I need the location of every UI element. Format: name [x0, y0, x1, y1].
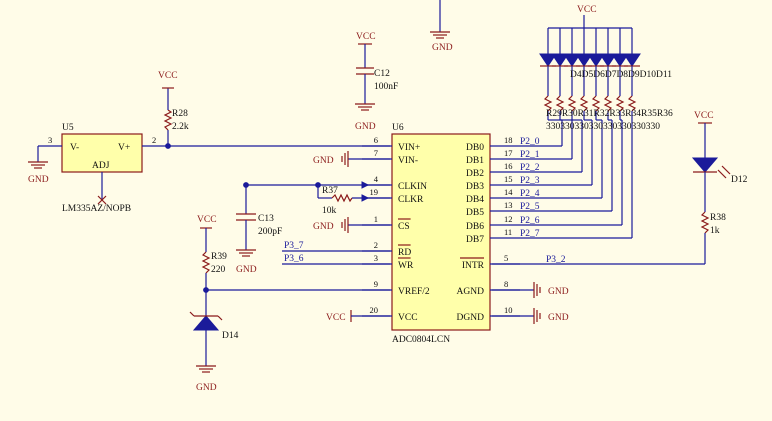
- u5-pin3-num: 3: [48, 135, 52, 145]
- r28-value: 2.2k: [172, 122, 189, 132]
- pin-number: 14: [504, 187, 513, 197]
- pin-number: 19: [370, 187, 379, 197]
- r39-value: 220: [211, 265, 226, 275]
- pin-number: 16: [504, 161, 513, 171]
- gnd-label: GND: [548, 287, 569, 297]
- pin-number: 18: [504, 135, 513, 145]
- pin-number: 1: [374, 214, 378, 224]
- r38-ref: R38: [710, 213, 726, 223]
- pin-name: WR: [398, 261, 414, 271]
- u5-sensor: U5 V- V+ ADJ LM335AZ/NOPB 3 2 GND: [28, 123, 390, 214]
- u6-ref: U6: [392, 123, 404, 133]
- c13-value: 200pF: [258, 227, 282, 237]
- r37-value: 10k: [322, 206, 337, 216]
- pin-name: DB2: [466, 169, 484, 179]
- gnd-label: GND: [313, 156, 334, 166]
- led-array: VCC D4D5D6D7D8D9D10D11 R29R30R31R32R33R3…: [520, 5, 673, 239]
- c13-ref: C13: [258, 214, 274, 224]
- pin-name: RD: [398, 248, 411, 258]
- pin-name: CS: [398, 222, 410, 232]
- gnd-label: GND: [196, 383, 217, 393]
- gnd-label: GND: [548, 313, 569, 323]
- pin-name: CLKIN: [398, 182, 427, 192]
- vcc-label: VCC: [158, 71, 178, 81]
- gnd-label: GND: [432, 43, 453, 53]
- net-p3-6: P3_6: [284, 254, 304, 264]
- pin-name: VREF/2: [398, 287, 430, 297]
- cs-gnd: GND: [313, 217, 390, 233]
- u5-pin-vpos: V+: [118, 143, 130, 153]
- pin-name: DB1: [466, 156, 484, 166]
- pin-name: INTR: [462, 261, 485, 271]
- r28-resistor: VCC R28 2.2k: [158, 71, 189, 146]
- pin-name: CLKR: [398, 195, 424, 205]
- pin-number: 7: [374, 148, 378, 158]
- pin-number: 12: [504, 214, 513, 224]
- u6-part: ADC0804LCN: [392, 335, 450, 345]
- pin-name: VCC: [398, 313, 418, 323]
- pin-name: DB7: [466, 235, 484, 245]
- d12-ref: D12: [731, 175, 748, 185]
- pin-number: 11: [504, 227, 512, 237]
- led-array-label: D4D5D6D7D8D9D10D11: [570, 70, 672, 80]
- d14-ref: D14: [222, 331, 239, 341]
- r37-ref: R37: [322, 186, 338, 196]
- pin-number: 17: [504, 148, 513, 158]
- vcc-label: VCC: [577, 5, 597, 15]
- vcc-label: VCC: [694, 111, 714, 121]
- pin-number: 10: [504, 305, 513, 315]
- vcc-label: VCC: [356, 32, 376, 42]
- resistor-values-label: 330330330330330330330330: [546, 122, 660, 132]
- pin-number: 15: [504, 174, 513, 184]
- pin-number: 6: [374, 135, 378, 145]
- u5-pin-adj: ADJ: [92, 161, 110, 171]
- pin-number: 4: [374, 174, 379, 184]
- pin-number: 2: [374, 240, 378, 250]
- pin-name: DB6: [466, 222, 484, 232]
- c12-capacitor: VCC GND C12 100nF: [355, 32, 398, 132]
- u5-part: LM335AZ/NOPB: [62, 204, 131, 214]
- pin-number: 3: [374, 253, 378, 263]
- gnd-label: GND: [355, 122, 376, 132]
- pin-number: 9: [374, 279, 378, 289]
- u5-pin-vneg: V-: [70, 143, 79, 153]
- u5-pin2-num: 2: [152, 135, 156, 145]
- schematic-canvas: { "colors": {"background": "#FFFCE8", "w…: [0, 0, 772, 421]
- r38-value: 1k: [710, 226, 720, 236]
- pin-name: VIN+: [398, 143, 420, 153]
- intr-led-network: VCC D12 R38 1k: [492, 111, 748, 265]
- gnd-label: GND: [313, 222, 334, 232]
- r28-ref: R28: [172, 109, 188, 119]
- pin-number: 13: [504, 200, 513, 210]
- vcc-label: VCC: [326, 313, 346, 323]
- pin-number: 8: [504, 279, 508, 289]
- schematic-svg: GND U5 V- V+ ADJ LM335AZ/NOPB 3 2 GND VC…: [28, 0, 748, 393]
- net-p3-7: P3_7: [284, 241, 304, 251]
- gnd-label: GND: [236, 265, 257, 275]
- pin-number: 5: [504, 253, 508, 263]
- c12-value: 100nF: [374, 82, 398, 92]
- resistor-array-label: R29R30R31R32R33R34R35R36: [546, 109, 673, 119]
- top-gnd-symbol: GND: [430, 0, 453, 53]
- pin-name: DB5: [466, 208, 484, 218]
- u6-vcc-pin: VCC: [326, 310, 390, 323]
- u5-ref: U5: [62, 123, 74, 133]
- pin-name: DB0: [466, 143, 484, 153]
- pin-number: 20: [370, 305, 379, 315]
- pin-name: VIN-: [398, 156, 418, 166]
- r39-ref: R39: [211, 252, 227, 262]
- pin-name: DGND: [457, 313, 485, 323]
- pin-name: AGND: [457, 287, 485, 297]
- gnd-label: GND: [28, 175, 49, 185]
- vin-minus-gnd: GND: [313, 151, 390, 167]
- pin-name: DB3: [466, 182, 484, 192]
- pin-name: DB4: [466, 195, 484, 205]
- c12-ref: C12: [374, 69, 390, 79]
- vcc-label: VCC: [197, 215, 217, 225]
- led-column-3: [520, 28, 593, 186]
